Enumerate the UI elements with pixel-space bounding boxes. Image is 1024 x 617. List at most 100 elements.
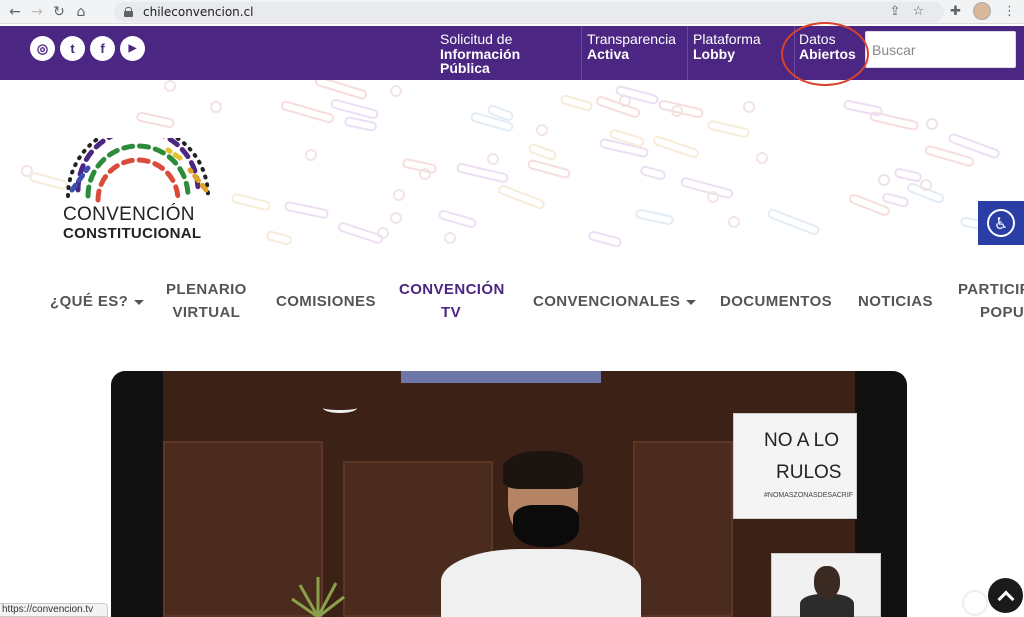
nav-label: ¿QUÉ ES? [50,293,129,310]
link-line: Solicitud de [440,31,513,47]
pattern-dash [634,208,675,226]
link-solicitud-informacion[interactable]: Solicitud de Información Pública [440,32,520,76]
pattern-dot [756,152,768,164]
pattern-dash [526,158,572,180]
sign-language-interpreter [771,553,881,617]
pattern-dash [313,80,369,101]
menu-icon[interactable]: ⋮ [1003,4,1016,19]
speaker-shirt [441,549,641,617]
pattern-dot [390,85,402,97]
sign-text: RULOS [776,462,842,483]
link-line-bold: Pública [440,60,490,76]
chevron-up-icon [997,590,1014,607]
nav-label: VIRTUAL [172,304,241,321]
reload-icon[interactable]: ↻ [48,1,70,23]
pattern-dot [878,174,890,186]
scroll-to-top-button[interactable] [988,578,1023,613]
lock-icon[interactable] [124,7,133,17]
address-bar[interactable]: chileconvencion.cl [114,2,944,22]
nav-label: POPUL [980,304,1024,321]
star-icon[interactable]: ☆ [912,4,924,19]
protest-sign: NO A LO RULOS #NOMASZONASDESACRIF [733,413,857,519]
instagram-icon[interactable]: ◎ [30,36,55,61]
pattern-dash [766,207,821,237]
nav-label: COMISIONES [276,293,376,310]
facebook-icon[interactable]: f [90,36,115,61]
nav-label: NOTICIAS [858,293,933,310]
pattern-dot [926,118,938,130]
nav-participacion-popular[interactable]: PARTICIP POPUL [958,278,1024,324]
pattern-dot [707,191,719,203]
twitter-icon[interactable]: t [60,36,85,61]
browser-toolbar: ← → ↻ ⌂ chileconvencion.cl ⇪ ☆ ✚ ⋮ [0,0,1024,24]
home-icon[interactable]: ⌂ [70,1,92,23]
logo-subtitle: CONSTITUCIONAL [63,225,202,242]
forward-icon[interactable]: → [26,1,48,23]
nav-label: CONVENCIÓN [399,281,505,298]
video-background-shirt [401,371,601,383]
video-ribbon [323,403,357,413]
pattern-dash [279,99,336,125]
nav-label: CONVENCIONALES [533,293,681,310]
nav-comisiones[interactable]: COMISIONES [276,290,376,313]
url-text[interactable]: chileconvencion.cl [143,5,254,19]
nav-convencionales[interactable]: CONVENCIONALES [533,290,697,313]
decorative-circle [962,590,988,616]
browser-status-bar: https://convencion.tv [0,603,108,617]
chevron-down-icon [134,299,145,305]
accessibility-button[interactable]: ♿ [978,201,1024,245]
pattern-dot [305,149,317,161]
pattern-dot [164,80,176,92]
nav-plenario-virtual[interactable]: PLENARIO VIRTUAL [166,278,247,324]
pattern-dash [651,134,701,160]
video-player[interactable]: NO A LO RULOS #NOMASZONASDESACRIF [111,371,907,617]
profile-avatar[interactable] [973,2,991,20]
sign-hashtag: #NOMASZONASDESACRIF [764,492,854,499]
pattern-dash [265,229,293,247]
pattern-dash [283,200,330,220]
pattern-dot [487,153,499,165]
pattern-dot [920,179,932,191]
nav-noticias[interactable]: NOTICIAS [858,290,933,313]
search-input[interactable]: Buscar [865,31,1016,68]
logo-title: CONVENCIÓN [63,204,195,225]
search-placeholder: Buscar [872,41,916,58]
pattern-dot [393,189,405,201]
nav-que-es[interactable]: ¿QUÉ ES? [50,290,145,313]
pattern-dash [587,229,623,249]
nav-label: DOCUMENTOS [720,293,833,310]
wood-panel [633,441,733,617]
speaker-figure [423,451,641,617]
link-transparencia-activa[interactable]: Transparencia Activa [587,32,676,62]
accessibility-icon: ♿ [987,209,1015,237]
chevron-down-icon [686,299,697,305]
pattern-dash [455,162,510,184]
pattern-dash [496,183,547,211]
youtube-icon[interactable]: ▶ [120,36,145,61]
pattern-dot [444,232,456,244]
divider [581,26,582,80]
extensions-icon[interactable]: ✚ [950,4,961,19]
divider [687,26,688,80]
pattern-dash [842,98,884,118]
pattern-dot [210,101,222,113]
pattern-dot [390,212,402,224]
main-navigation: ¿QUÉ ES? PLENARIO VIRTUAL COMISIONES CON… [0,278,1024,328]
nav-documentos[interactable]: DOCUMENTOS [720,290,832,313]
link-line-bold: Activa [587,46,630,62]
pattern-dash [437,208,478,230]
pattern-dash [706,119,751,139]
speaker-hair [503,451,583,489]
link-line-bold: Lobby [693,46,735,62]
nav-convencion-tv[interactable]: CONVENCIÓN TV [399,278,505,324]
pattern-dot [536,124,548,136]
pattern-dash [893,166,923,184]
share-icon[interactable]: ⇪ [890,4,901,19]
link-plataforma-lobby[interactable]: Plataforma Lobby [693,32,761,62]
highlight-annotation [781,22,869,86]
link-line: Transparencia [587,31,676,47]
pattern-dash [230,192,272,212]
video-frame[interactable]: NO A LO RULOS #NOMASZONASDESACRIF [163,371,881,617]
nav-label: PLENARIO [166,281,247,298]
back-icon[interactable]: ← [4,1,26,23]
